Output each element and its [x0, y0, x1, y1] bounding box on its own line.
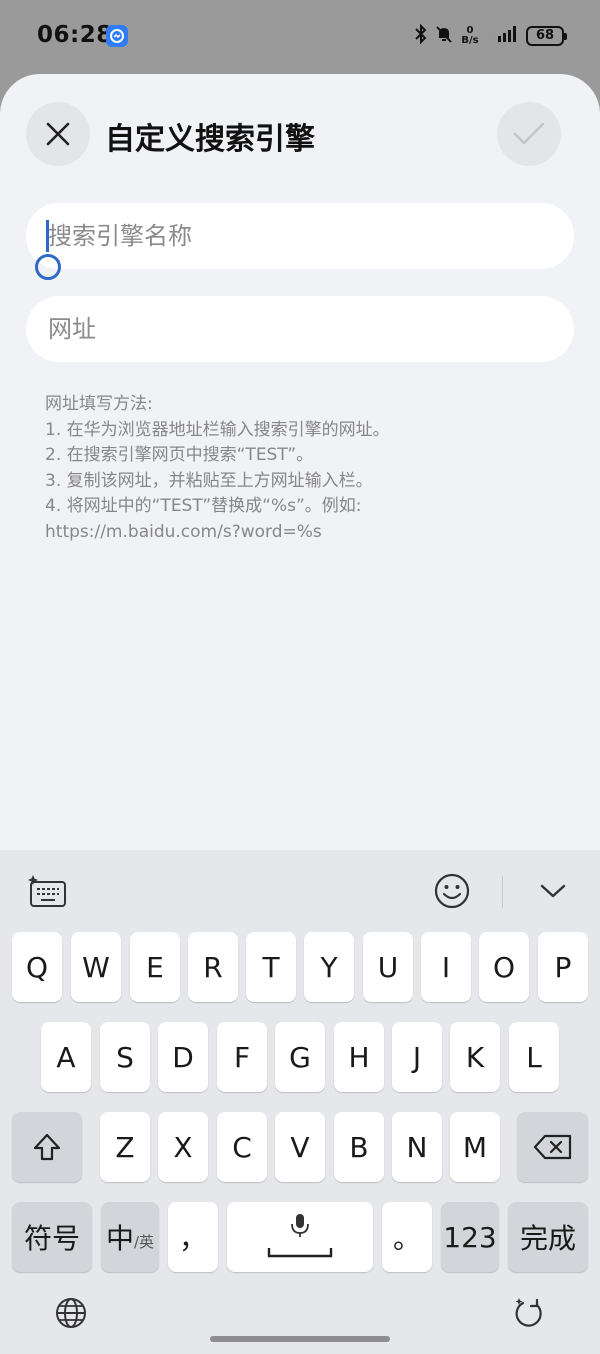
key-e[interactable]: E — [130, 932, 180, 1002]
magic-refresh-icon[interactable] — [512, 1296, 546, 1330]
globe-icon[interactable] — [54, 1296, 88, 1330]
backspace-icon — [533, 1134, 571, 1160]
backspace-key[interactable] — [517, 1112, 588, 1182]
help-line: https://m.baidu.com/s?word=%s — [45, 521, 322, 542]
key-u[interactable]: U — [363, 932, 413, 1002]
url-help-text: 网址填写方法: 1. 在华为浏览器地址栏输入搜索引擎的网址。 2. 在搜索引擎网… — [45, 392, 565, 545]
key-b[interactable]: B — [334, 1112, 384, 1182]
home-indicator[interactable] — [210, 1336, 390, 1342]
key-x[interactable]: X — [158, 1112, 208, 1182]
key-s[interactable]: S — [100, 1022, 150, 1092]
shift-arrow-icon — [33, 1133, 61, 1161]
key-o[interactable]: O — [479, 932, 529, 1002]
cursor-handle[interactable] — [35, 254, 61, 280]
microphone-space-icon — [267, 1214, 333, 1258]
app-notification-icon — [106, 25, 128, 47]
period-key[interactable]: 。 — [382, 1202, 432, 1272]
chevron-down-icon[interactable] — [536, 876, 570, 906]
key-q[interactable]: Q — [12, 932, 62, 1002]
key-w[interactable]: W — [71, 932, 121, 1002]
space-key[interactable] — [227, 1202, 373, 1272]
close-button[interactable] — [26, 102, 90, 166]
page-title: 自定义搜索引擎 — [105, 122, 315, 157]
key-v[interactable]: V — [275, 1112, 325, 1182]
battery-indicator: 68 — [526, 26, 567, 46]
search-engine-name-field[interactable] — [26, 203, 574, 280]
key-g[interactable]: G — [275, 1022, 325, 1092]
shift-key[interactable] — [12, 1112, 82, 1182]
symbols-key[interactable]: 符号 — [12, 1202, 92, 1272]
soft-keyboard: Q W E R T Y U I O P A S D F G H J K L Z … — [0, 850, 600, 1354]
comma-key[interactable]: ， — [168, 1202, 218, 1272]
key-k[interactable]: K — [450, 1022, 500, 1092]
key-n[interactable]: N — [392, 1112, 442, 1182]
help-line: 3. 复制该网址，并粘贴至上方网址输入栏。 — [45, 470, 373, 491]
network-speed: 0 B/s — [461, 25, 479, 46]
mute-bell-icon — [434, 24, 454, 48]
keyboard-tools-icon[interactable] — [26, 872, 68, 910]
close-icon — [46, 122, 70, 146]
key-f[interactable]: F — [217, 1022, 267, 1092]
key-h[interactable]: H — [334, 1022, 384, 1092]
status-time: 06:28 — [37, 22, 113, 48]
numbers-key[interactable]: 123 — [441, 1202, 499, 1272]
key-y[interactable]: Y — [304, 932, 354, 1002]
key-p[interactable]: P — [538, 932, 588, 1002]
language-main-label: 中 — [105, 1222, 134, 1255]
key-r[interactable]: R — [188, 932, 238, 1002]
emoji-icon[interactable] — [433, 872, 471, 910]
help-line: 网址填写方法: — [45, 394, 153, 414]
url-field[interactable] — [26, 296, 574, 362]
language-sub-label: /英 — [133, 1232, 155, 1251]
confirm-button[interactable] — [497, 102, 561, 166]
status-bar: 06:28 0 B/s 68 — [0, 0, 600, 74]
key-i[interactable]: I — [421, 932, 471, 1002]
url-input[interactable] — [26, 296, 574, 362]
done-key[interactable]: 完成 — [508, 1202, 588, 1272]
toolbar-divider — [502, 876, 503, 908]
key-z[interactable]: Z — [100, 1112, 150, 1182]
key-m[interactable]: M — [450, 1112, 500, 1182]
key-c[interactable]: C — [217, 1112, 267, 1182]
checkmark-icon — [513, 122, 545, 145]
search-engine-name-input[interactable] — [26, 203, 574, 269]
language-switch-key[interactable]: 中/英 — [101, 1202, 159, 1272]
text-cursor — [46, 220, 49, 252]
status-icons: 0 B/s 68 — [414, 22, 567, 50]
key-t[interactable]: T — [246, 932, 296, 1002]
key-l[interactable]: L — [509, 1022, 559, 1092]
bluetooth-icon — [414, 23, 428, 48]
help-line: 1. 在华为浏览器地址栏输入搜索引擎的网址。 — [45, 419, 390, 440]
signal-icon — [486, 24, 520, 48]
key-j[interactable]: J — [392, 1022, 442, 1092]
key-a[interactable]: A — [41, 1022, 91, 1092]
help-line: 2. 在搜索引擎网页中搜索“TEST”。 — [45, 445, 314, 465]
key-d[interactable]: D — [158, 1022, 208, 1092]
help-line: 4. 将网址中的“TEST”替换成“%s”。例如: — [45, 496, 362, 516]
